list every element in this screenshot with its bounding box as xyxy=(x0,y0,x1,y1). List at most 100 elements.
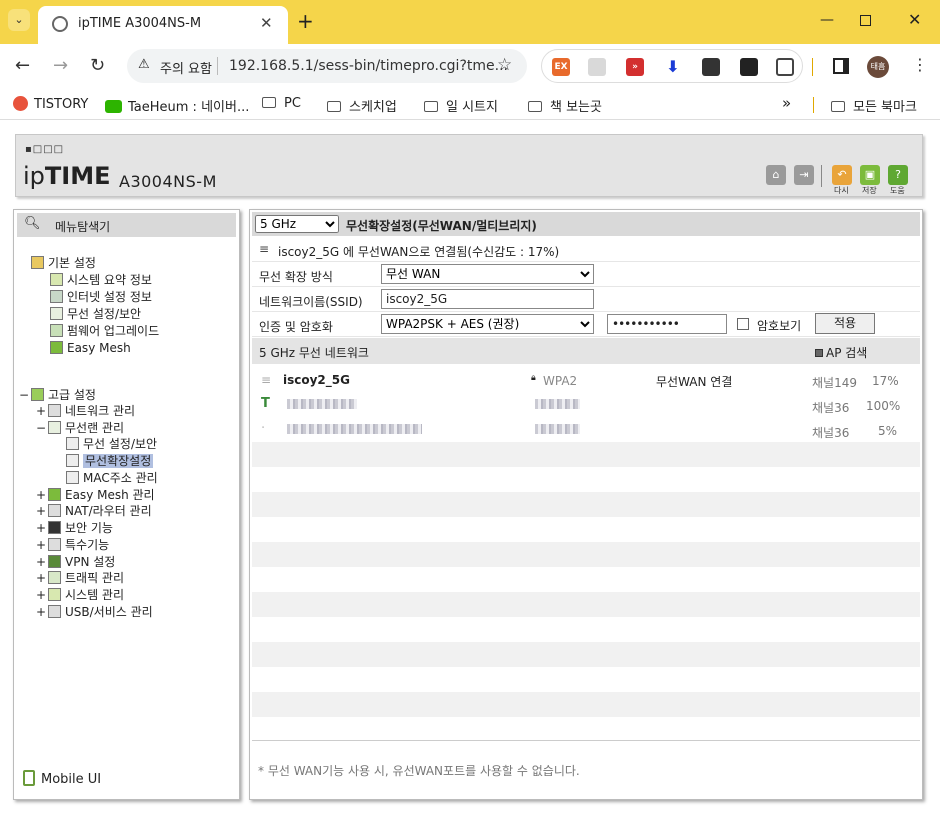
security-label[interactable]: 주의 요함 xyxy=(160,58,212,77)
reload-config-icon[interactable]: ↶ xyxy=(832,165,852,185)
expand-toggle[interactable]: + xyxy=(36,604,48,620)
ap-security-redacted xyxy=(535,399,580,409)
expand-toggle[interactable]: + xyxy=(36,587,48,603)
extension-ex-icon[interactable]: EX xyxy=(552,58,570,76)
router-icon xyxy=(48,504,61,517)
back-icon[interactable]: ← xyxy=(15,56,30,76)
password-input[interactable]: ••••••••••• xyxy=(607,314,727,334)
more-menu-icon[interactable]: ⋮ xyxy=(912,55,928,74)
tree-wireless-security[interactable]: 무선 설정/보안 xyxy=(50,306,141,322)
url-text[interactable]: 192.168.5.1/sess-bin/timepro.cgi?tme... xyxy=(229,58,508,74)
tree-network-management[interactable]: + 네트워크 관리 xyxy=(36,403,135,419)
auth-select[interactable]: WPA2PSK + AES (권장) xyxy=(381,314,594,334)
ap-row[interactable]: ≡ iscoy2_5G 🔒︎ WPA2 무선WAN 연결 채널149 17% xyxy=(252,367,920,392)
bookmark-naver-blog[interactable]: TaeHeum : 네이버... xyxy=(105,96,249,115)
expand-toggle[interactable]: + xyxy=(36,537,48,553)
ap-ssid-redacted xyxy=(287,424,422,434)
page-icon xyxy=(66,454,79,467)
expand-toggle[interactable]: + xyxy=(36,487,48,503)
empty-row xyxy=(252,692,920,717)
collapse-toggle[interactable]: − xyxy=(36,420,48,436)
expand-toggle[interactable]: + xyxy=(36,570,48,586)
reload-icon[interactable]: ↻ xyxy=(90,56,105,76)
tree-vpn[interactable]: + VPN 설정 xyxy=(36,554,115,570)
tree-easy-mesh-management[interactable]: + Easy Mesh 관리 xyxy=(36,487,155,503)
collapse-toggle[interactable]: − xyxy=(19,387,31,403)
bookmark-tistory[interactable]: TISTORY xyxy=(13,96,88,112)
address-bar[interactable]: ⚠ 주의 요함 192.168.5.1/sess-bin/timepro.cgi… xyxy=(127,49,527,83)
tree-label: 특수기능 xyxy=(65,538,110,552)
tab-search-chevron-icon[interactable]: ⌄ xyxy=(8,9,30,31)
separator xyxy=(217,57,218,75)
extensions-puzzle-icon[interactable] xyxy=(776,58,794,76)
bookmark-folder-books[interactable]: 책 보는곳 xyxy=(528,96,602,115)
new-tab-button[interactable]: + xyxy=(297,10,314,32)
extension-download-icon[interactable]: ⬇ xyxy=(664,58,682,76)
bookmark-star-icon[interactable]: ☆ xyxy=(497,55,512,75)
tree-firmware-upgrade[interactable]: 펌웨어 업그레이드 xyxy=(50,323,159,339)
logout-icon[interactable]: ⇥ xyxy=(794,165,814,185)
warning-icon[interactable]: ⚠ xyxy=(138,57,150,72)
home-icon[interactable]: ⌂ xyxy=(766,165,786,185)
tree-system-summary[interactable]: 시스템 요약 정보 xyxy=(50,272,152,288)
expand-toggle[interactable]: + xyxy=(36,520,48,536)
all-bookmarks[interactable]: 모든 북마크 xyxy=(831,96,917,115)
tree-system-management[interactable]: + 시스템 관리 xyxy=(36,587,124,603)
expand-toggle[interactable]: + xyxy=(36,503,48,519)
show-password-checkbox[interactable] xyxy=(737,318,749,330)
extension-forward-icon[interactable]: » xyxy=(626,58,644,76)
side-panel-icon[interactable] xyxy=(833,58,849,74)
minimize-icon[interactable]: — xyxy=(820,12,834,28)
tree-wireless-management[interactable]: − 무선랜 관리 xyxy=(36,420,124,436)
save-icon[interactable]: ▣ xyxy=(860,165,880,185)
ap-signal: 100% xyxy=(866,399,901,413)
tree-special-functions[interactable]: + 특수기능 xyxy=(36,537,109,553)
help-icon[interactable]: ? xyxy=(888,165,908,185)
empty-row xyxy=(252,717,920,739)
maximize-icon[interactable] xyxy=(860,15,871,26)
mode-select[interactable]: 무선 WAN xyxy=(381,264,594,284)
panel-header: 5 GHz 무선확장설정(무선WAN/멀티브리지) xyxy=(252,212,920,236)
expand-toggle[interactable]: + xyxy=(36,403,48,419)
ssid-input[interactable]: iscoy2_5G xyxy=(381,289,594,309)
ap-row[interactable]: · 채널36 5% xyxy=(252,417,920,442)
forward-icon[interactable]: → xyxy=(53,56,68,76)
ap-row[interactable]: T 채널36 100% xyxy=(252,392,920,417)
extension-cast-icon[interactable] xyxy=(588,58,606,76)
bookmark-folder-pc[interactable]: PC xyxy=(262,96,301,111)
network-icon xyxy=(48,404,61,417)
expand-toggle[interactable]: + xyxy=(36,554,48,570)
tree-traffic[interactable]: + 트래픽 관리 xyxy=(36,570,124,586)
tree-label: 시스템 관리 xyxy=(65,588,125,602)
empty-row xyxy=(252,667,920,692)
profile-avatar[interactable]: 태흠 xyxy=(867,56,889,78)
tree-easy-mesh[interactable]: Easy Mesh xyxy=(50,340,131,356)
iptime-logo: ipTIME xyxy=(23,162,110,190)
wifi-icon xyxy=(50,307,63,320)
tree-wireless-security-adv[interactable]: 무선 설정/보안 xyxy=(66,436,157,452)
tree-advanced-settings[interactable]: − 고급 설정 xyxy=(19,387,96,403)
tree-nat-router[interactable]: + NAT/라우터 관리 xyxy=(36,503,152,519)
tree-mac-management[interactable]: MAC주소 관리 xyxy=(66,470,158,486)
band-select[interactable]: 5 GHz xyxy=(255,215,339,233)
bookmark-folder-sheet[interactable]: 일 시트지 xyxy=(424,96,498,115)
extension-bird-icon[interactable] xyxy=(702,58,720,76)
extension-glasses-icon[interactable] xyxy=(740,58,758,76)
ap-search-button[interactable]: AP 검색 xyxy=(815,344,867,361)
browser-tab[interactable]: ipTIME A3004NS-M ✕ xyxy=(38,6,288,44)
tree-security[interactable]: + 보안 기능 xyxy=(36,520,113,536)
tree-internet-info[interactable]: 인터넷 설정 정보 xyxy=(50,289,152,305)
reload-label: 다시 xyxy=(834,186,849,195)
apply-button[interactable]: 적용 xyxy=(815,313,875,334)
tree-usb-services[interactable]: + USB/서비스 관리 xyxy=(36,604,153,620)
tree-wireless-extension[interactable]: 무선확장설정 xyxy=(66,453,154,469)
mobile-ui-link[interactable]: Mobile UI xyxy=(23,770,101,787)
tree-label: 기본 설정 xyxy=(48,256,96,270)
tree-basic-settings[interactable]: 기본 설정 xyxy=(31,255,96,271)
close-tab-icon[interactable]: ✕ xyxy=(260,14,273,32)
tab-title: ipTIME A3004NS-M xyxy=(78,16,202,31)
bookmark-folder-sketchup[interactable]: 스케치업 xyxy=(327,96,397,115)
close-window-icon[interactable]: ✕ xyxy=(908,10,921,29)
tree-label: MAC주소 관리 xyxy=(83,471,158,485)
bookmarks-overflow[interactable]: » xyxy=(782,94,791,112)
